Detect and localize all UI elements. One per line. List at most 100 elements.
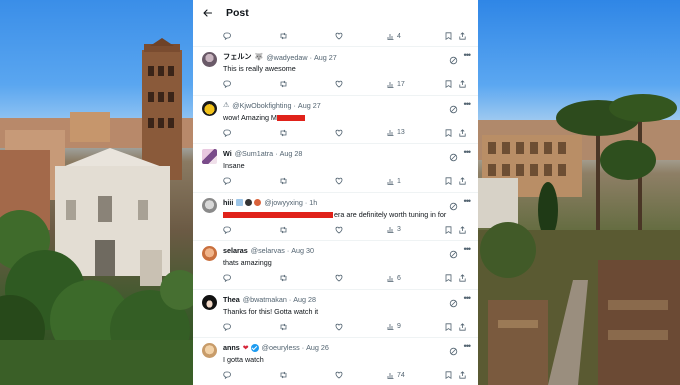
more-icon[interactable]: ••• xyxy=(464,50,472,60)
bookmark-button[interactable] xyxy=(445,225,459,234)
reply-post[interactable]: selaras @selarvas · Aug 30 thats amazing… xyxy=(193,241,478,289)
like-button[interactable] xyxy=(335,129,387,137)
views-button[interactable]: 9 xyxy=(387,323,445,330)
repost-button[interactable] xyxy=(279,226,335,234)
bookmark-button[interactable] xyxy=(445,32,459,40)
grok-icon[interactable] xyxy=(449,246,458,259)
repost-button[interactable] xyxy=(279,80,335,88)
post-date[interactable]: Aug 27 xyxy=(314,53,337,62)
repost-button[interactable] xyxy=(279,371,335,379)
share-button[interactable] xyxy=(459,371,469,379)
share-button[interactable] xyxy=(459,177,469,185)
grok-icon[interactable] xyxy=(449,101,458,113)
handle[interactable]: @bwatmakan xyxy=(243,295,287,304)
repost-button[interactable] xyxy=(279,323,335,331)
display-name[interactable]: フェルン xyxy=(223,52,252,62)
views-button[interactable]: 3 xyxy=(387,226,445,233)
dot-separator: · xyxy=(293,100,296,110)
reply-post[interactable]: Wi @Sum1atra · Aug 28 Insane ••• 1 xyxy=(193,144,478,192)
share-button[interactable] xyxy=(459,128,469,137)
avatar[interactable] xyxy=(202,246,217,261)
reply-post[interactable]: anns ❤ @oeuryless · Aug 26 I gotta watch… xyxy=(193,338,478,385)
grok-icon[interactable] xyxy=(449,149,458,162)
display-name[interactable]: selaras xyxy=(223,246,248,255)
reply-button[interactable] xyxy=(223,129,279,137)
reply-button[interactable] xyxy=(223,80,279,88)
views-button[interactable]: 6 xyxy=(387,275,445,282)
share-button[interactable] xyxy=(459,225,469,234)
grok-icon[interactable] xyxy=(449,52,458,65)
handle[interactable]: @KjwObokfighting xyxy=(232,101,291,110)
like-button[interactable] xyxy=(335,177,387,185)
handle[interactable]: @oeuryless xyxy=(262,343,300,352)
bookmark-button[interactable] xyxy=(445,80,459,88)
airplane-emoji-icon xyxy=(236,198,244,206)
display-name[interactable]: hiii xyxy=(223,198,233,207)
repost-button[interactable] xyxy=(279,274,335,282)
avatar[interactable] xyxy=(202,294,217,310)
like-button[interactable] xyxy=(335,80,387,88)
handle[interactable]: @jowyyxing xyxy=(264,198,302,207)
bookmark-button[interactable] xyxy=(445,274,459,282)
like-button[interactable] xyxy=(335,274,387,282)
reply-button[interactable] xyxy=(223,32,279,40)
views-button[interactable]: 17 xyxy=(387,81,445,88)
reply-button[interactable] xyxy=(223,226,279,234)
post-date[interactable]: Aug 30 xyxy=(291,246,314,255)
reply-button[interactable] xyxy=(223,371,279,379)
more-icon[interactable]: ••• xyxy=(464,341,472,351)
reply-post[interactable]: Thea @bwatmakan · Aug 28 Thanks for this… xyxy=(193,290,478,338)
like-button[interactable] xyxy=(335,371,387,379)
share-button[interactable] xyxy=(459,274,469,282)
handle[interactable]: @selarvas xyxy=(251,246,285,255)
repost-button[interactable] xyxy=(279,177,335,185)
display-name[interactable]: Wi xyxy=(223,149,232,158)
bookmark-button[interactable] xyxy=(445,128,459,137)
redaction-mark xyxy=(276,114,305,121)
share-button[interactable] xyxy=(459,32,469,40)
display-name[interactable]: Thea xyxy=(223,295,240,304)
more-icon[interactable]: ••• xyxy=(464,147,472,157)
more-icon[interactable]: ••• xyxy=(464,244,472,254)
repost-button[interactable] xyxy=(279,129,335,137)
bookmark-button[interactable] xyxy=(445,177,459,185)
post-date[interactable]: Aug 27 xyxy=(298,101,321,110)
display-name[interactable]: anns xyxy=(223,343,240,352)
views-button[interactable]: 1 xyxy=(387,178,445,185)
more-icon[interactable]: ••• xyxy=(464,293,472,303)
bookmark-button[interactable] xyxy=(445,322,459,331)
like-button[interactable] xyxy=(335,323,387,331)
like-button[interactable] xyxy=(335,32,387,40)
like-button[interactable] xyxy=(335,226,387,234)
handle[interactable]: @wadyedaw xyxy=(266,53,307,62)
avatar[interactable] xyxy=(202,197,217,213)
back-arrow-icon[interactable] xyxy=(200,6,214,20)
post-date[interactable]: Aug 26 xyxy=(306,343,329,352)
grok-icon[interactable] xyxy=(449,295,458,307)
reply-button[interactable] xyxy=(223,177,279,185)
reply-post[interactable]: フェルン 🐺 @wadyedaw · Aug 27 This is really… xyxy=(193,47,478,95)
more-icon[interactable]: ••• xyxy=(464,196,472,206)
share-button[interactable] xyxy=(459,322,469,331)
grok-icon[interactable] xyxy=(449,343,458,356)
more-icon[interactable]: ••• xyxy=(464,99,472,109)
share-button[interactable] xyxy=(459,80,469,88)
avatar[interactable] xyxy=(202,149,217,164)
repost-button[interactable] xyxy=(279,32,335,40)
grok-icon[interactable] xyxy=(449,198,458,210)
post-date[interactable]: Aug 28 xyxy=(280,149,303,158)
views-button[interactable]: 74 xyxy=(387,372,445,379)
views-button[interactable]: 4 xyxy=(387,33,445,40)
reply-post[interactable]: ⚠ @KjwObokfighting · Aug 27 wow! Amazing… xyxy=(193,96,478,144)
reply-post[interactable]: hiii @jowyyxing · 1h era are definitely … xyxy=(193,193,478,241)
views-button[interactable]: 13 xyxy=(387,129,445,136)
bookmark-button[interactable] xyxy=(445,371,459,379)
reply-button[interactable] xyxy=(223,323,279,331)
post-date[interactable]: Aug 28 xyxy=(293,295,316,304)
avatar[interactable] xyxy=(202,52,217,67)
avatar[interactable] xyxy=(202,100,217,116)
reply-button[interactable] xyxy=(223,274,279,282)
avatar[interactable] xyxy=(202,343,217,358)
handle[interactable]: @Sum1atra xyxy=(235,149,273,158)
post-date[interactable]: 1h xyxy=(309,198,317,207)
